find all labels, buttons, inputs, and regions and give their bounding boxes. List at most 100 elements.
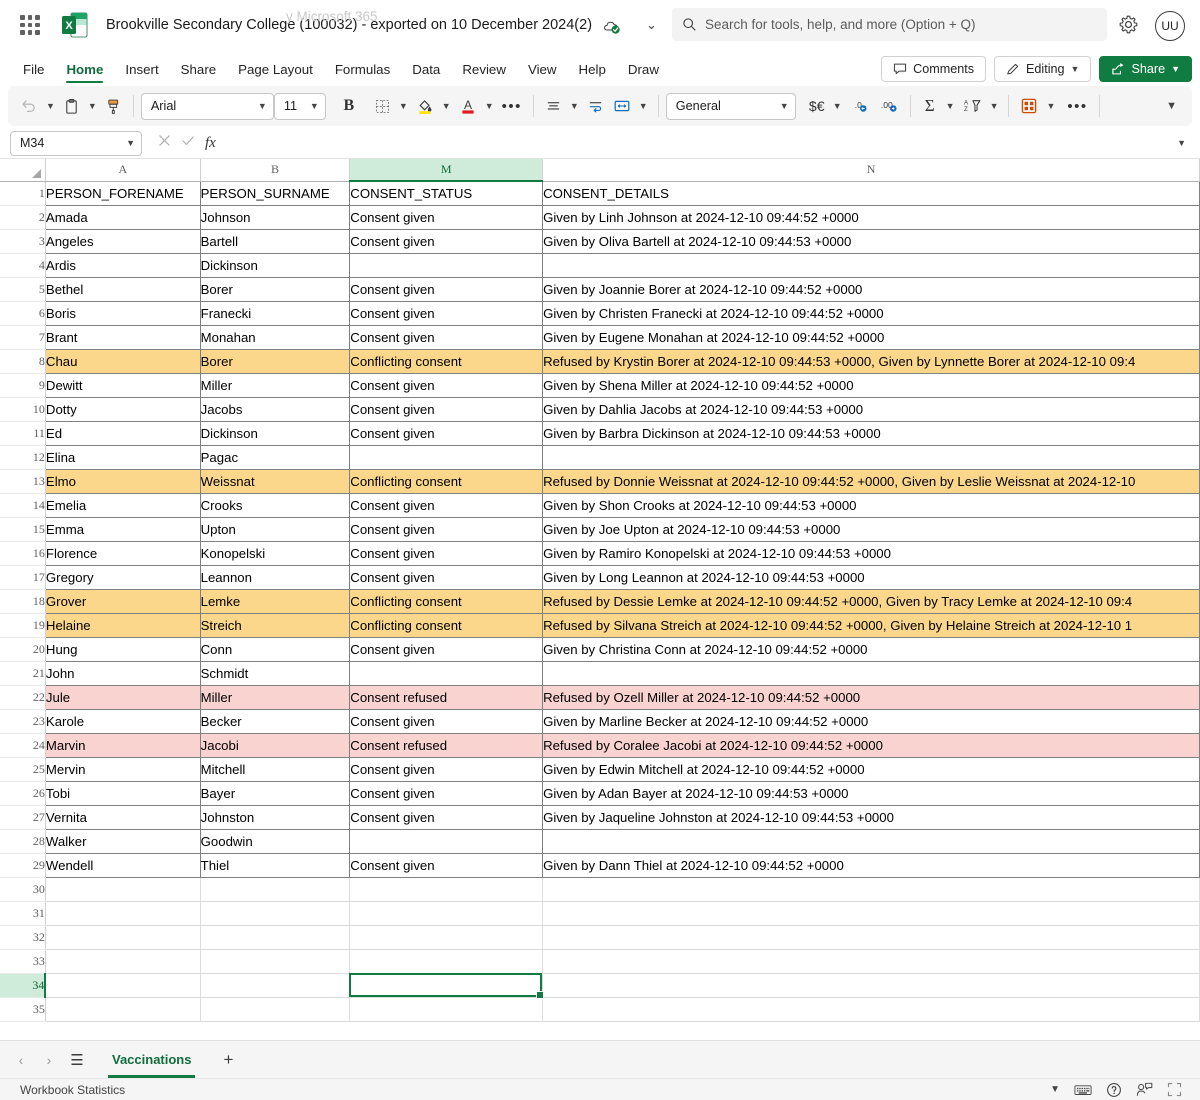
cell-a4[interactable]: Ardis bbox=[45, 253, 201, 278]
cell-n15[interactable]: Given by Joe Upton at 2024-12-10 09:44:5… bbox=[542, 517, 1200, 542]
font-name-select[interactable]: Arial ▼ bbox=[140, 92, 274, 120]
cell-m10[interactable]: Consent given bbox=[349, 397, 544, 422]
sheet-tab-vaccinations[interactable]: Vaccinations bbox=[98, 1042, 205, 1078]
help-circle-icon[interactable] bbox=[1106, 1082, 1122, 1098]
table-row[interactable]: 18 Grover Lemke Conflicting consent Refused … bbox=[0, 589, 1200, 614]
feedback-icon[interactable] bbox=[1136, 1082, 1153, 1097]
table-row[interactable]: 29 Wendell Thiel Consent given Given by Dann… bbox=[0, 853, 1200, 878]
table-row[interactable]: 15 Emma Upton Consent given Given by Joe Upt… bbox=[0, 517, 1200, 542]
cancel-icon[interactable] bbox=[158, 134, 171, 152]
tab-help[interactable]: Help bbox=[568, 58, 617, 84]
row-header-8[interactable]: 8 bbox=[0, 349, 46, 374]
cell-b10[interactable]: Jacobs bbox=[200, 397, 351, 422]
tab-file[interactable]: File bbox=[12, 58, 55, 84]
cell-n20[interactable]: Given by Christina Conn at 2024-12-10 09… bbox=[542, 637, 1200, 662]
cell-a6[interactable]: Boris bbox=[45, 301, 201, 326]
cell-n31[interactable] bbox=[542, 901, 1200, 926]
cell-m13[interactable]: Conflicting consent bbox=[349, 469, 544, 494]
workbook-statistics-label[interactable]: Workbook Statistics bbox=[6, 1083, 125, 1097]
borders-icon[interactable] bbox=[370, 91, 395, 121]
table-row[interactable]: 10 Dotty Jacobs Consent given Given by Dahli… bbox=[0, 397, 1200, 422]
cell-a27[interactable]: Vernita bbox=[45, 805, 201, 830]
row-header-9[interactable]: 9 bbox=[0, 373, 46, 398]
cell-a11[interactable]: Ed bbox=[45, 421, 201, 446]
tab-formulas[interactable]: Formulas bbox=[324, 58, 401, 84]
avatar[interactable]: UU bbox=[1155, 11, 1185, 41]
row-header-24[interactable]: 24 bbox=[0, 733, 46, 758]
cell-a30[interactable] bbox=[45, 877, 201, 902]
cell-b4[interactable]: Dickinson bbox=[200, 253, 351, 278]
cell-b7[interactable]: Monahan bbox=[200, 325, 351, 350]
cell-a3[interactable]: Angeles bbox=[45, 229, 201, 254]
cell-m26[interactable]: Consent given bbox=[349, 781, 544, 806]
column-header-b[interactable]: B bbox=[200, 159, 351, 182]
cell-styles-icon[interactable] bbox=[1016, 91, 1042, 121]
cell-m33[interactable] bbox=[349, 949, 544, 974]
cell-b20[interactable]: Conn bbox=[200, 637, 351, 662]
cell-b34[interactable] bbox=[200, 973, 351, 998]
table-row[interactable]: 20 Hung Conn Consent given Given by Christin… bbox=[0, 637, 1200, 662]
cell-n7[interactable]: Given by Eugene Monahan at 2024-12-10 09… bbox=[542, 325, 1200, 350]
row-header-21[interactable]: 21 bbox=[0, 661, 46, 686]
cell-a1[interactable]: PERSON_FORENAME bbox=[45, 181, 201, 206]
fullscreen-icon[interactable] bbox=[1167, 1082, 1182, 1097]
spreadsheet-grid[interactable]: A B M N 1 PERSON_FORENAME PERSON_SURNAME… bbox=[0, 158, 1200, 1038]
table-row[interactable]: 8 Chau Borer Conflicting consent Refused by … bbox=[0, 349, 1200, 374]
table-row[interactable]: 24 Marvin Jacobi Consent refused Refused by … bbox=[0, 733, 1200, 758]
sort-filter-chevron-down-icon[interactable]: ▼ bbox=[987, 101, 1002, 111]
cell-m12[interactable] bbox=[349, 445, 544, 470]
cell-n28[interactable] bbox=[542, 829, 1200, 854]
row-header-27[interactable]: 27 bbox=[0, 805, 46, 830]
name-box[interactable]: M34 ▼ bbox=[10, 130, 142, 156]
table-row[interactable]: 33 bbox=[0, 949, 1200, 974]
cell-b3[interactable]: Bartell bbox=[200, 229, 351, 254]
cell-b5[interactable]: Borer bbox=[200, 277, 351, 302]
cell-b22[interactable]: Miller bbox=[200, 685, 351, 710]
add-sheet-plus-icon[interactable]: + bbox=[215, 1047, 241, 1073]
cell-b18[interactable]: Lemke bbox=[200, 589, 351, 614]
tab-insert[interactable]: Insert bbox=[114, 58, 169, 84]
autosum-chevron-down-icon[interactable]: ▼ bbox=[943, 101, 958, 111]
cell-a34[interactable] bbox=[45, 973, 201, 998]
cell-n5[interactable]: Given by Joannie Borer at 2024-12-10 09:… bbox=[542, 277, 1200, 302]
cell-m5[interactable]: Consent given bbox=[349, 277, 544, 302]
row-header-14[interactable]: 14 bbox=[0, 493, 46, 518]
cell-m11[interactable]: Consent given bbox=[349, 421, 544, 446]
row-header-12[interactable]: 12 bbox=[0, 445, 46, 470]
check-icon[interactable] bbox=[181, 134, 195, 152]
table-row[interactable]: 28 Walker Goodwin bbox=[0, 829, 1200, 854]
cell-m23[interactable]: Consent given bbox=[349, 709, 544, 734]
format-painter-icon[interactable] bbox=[101, 91, 126, 121]
autosum-icon[interactable]: Σ bbox=[918, 91, 942, 121]
cell-n29[interactable]: Given by Dann Thiel at 2024-12-10 09:44:… bbox=[542, 853, 1200, 878]
column-header-a[interactable]: A bbox=[45, 159, 201, 182]
cell-n19[interactable]: Refused by Silvana Streich at 2024-12-10… bbox=[542, 613, 1200, 638]
paste-chevron-down-icon[interactable]: ▼ bbox=[85, 101, 100, 111]
cell-m19[interactable]: Conflicting consent bbox=[349, 613, 544, 638]
cell-n27[interactable]: Given by Jaqueline Johnston at 2024-12-1… bbox=[542, 805, 1200, 830]
column-header-m[interactable]: M bbox=[349, 159, 544, 182]
cell-b16[interactable]: Konopelski bbox=[200, 541, 351, 566]
cell-a20[interactable]: Hung bbox=[45, 637, 201, 662]
fill-color-chevron-down-icon[interactable]: ▼ bbox=[439, 101, 454, 111]
cell-b35[interactable] bbox=[200, 997, 351, 1022]
tab-view[interactable]: View bbox=[517, 58, 568, 84]
tab-review[interactable]: Review bbox=[451, 58, 517, 84]
table-row[interactable]: 6 Boris Franecki Consent given Given by Chri… bbox=[0, 301, 1200, 326]
cell-a32[interactable] bbox=[45, 925, 201, 950]
row-header-26[interactable]: 26 bbox=[0, 781, 46, 806]
cell-a13[interactable]: Elmo bbox=[45, 469, 201, 494]
prev-sheet-chevron-left-icon[interactable]: ‹ bbox=[8, 1047, 34, 1073]
cell-n11[interactable]: Given by Barbra Dickinson at 2024-12-10 … bbox=[542, 421, 1200, 446]
cell-b1[interactable]: PERSON_SURNAME bbox=[200, 181, 351, 206]
row-header-15[interactable]: 15 bbox=[0, 517, 46, 542]
cell-n6[interactable]: Given by Christen Franecki at 2024-12-10… bbox=[542, 301, 1200, 326]
cell-m30[interactable] bbox=[349, 877, 544, 902]
row-header-13[interactable]: 13 bbox=[0, 469, 46, 494]
undo-icon[interactable] bbox=[16, 91, 42, 121]
cell-n23[interactable]: Given by Marline Becker at 2024-12-10 09… bbox=[542, 709, 1200, 734]
sheet-list-hamburger-icon[interactable]: ☰ bbox=[64, 1047, 90, 1073]
cell-m2[interactable]: Consent given bbox=[349, 205, 544, 230]
cell-b23[interactable]: Becker bbox=[200, 709, 351, 734]
cell-b17[interactable]: Leannon bbox=[200, 565, 351, 590]
